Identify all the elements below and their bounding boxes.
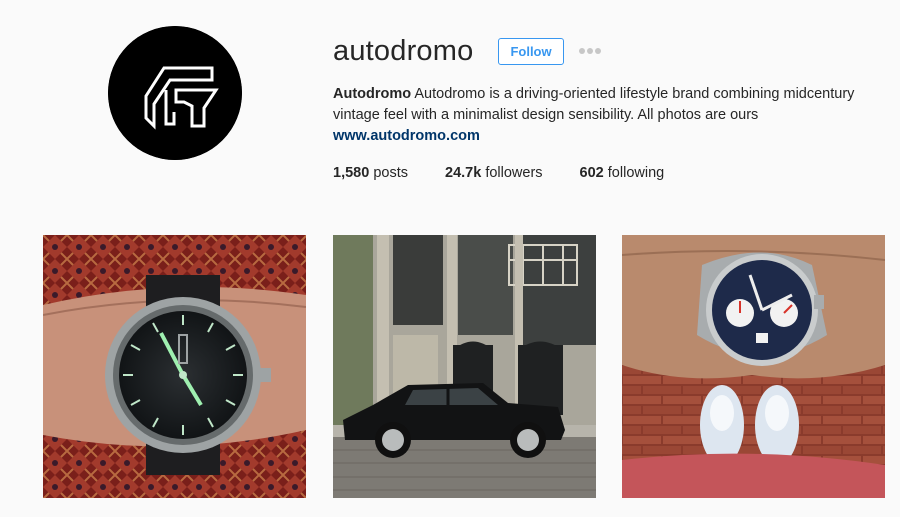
followers-count: 24.7k [445, 165, 482, 181]
posts-stat: 1,580 posts [333, 165, 408, 181]
profile-avatar[interactable] [108, 26, 242, 160]
following-count: 602 [579, 165, 604, 181]
autodromo-logo [108, 26, 242, 160]
bio-name: Autodromo [333, 86, 412, 102]
title-row: autodromo Follow [333, 33, 893, 69]
post-tile[interactable] [622, 235, 885, 498]
post-image-chronograph-watch [622, 235, 885, 498]
following-label: following [607, 165, 665, 181]
following-stat[interactable]: 602 following [580, 165, 665, 181]
post-image-black-sedan [333, 235, 596, 498]
post-image-watch-green-dial [43, 235, 306, 498]
profile-header: autodromo Follow Autodromo Autodromo is … [333, 33, 893, 182]
posts-count: 1,580 [333, 165, 370, 181]
bio-text: Autodromo is a driving-oriented lifestyl… [333, 86, 855, 123]
posts-label: posts [373, 165, 408, 181]
follow-button[interactable]: Follow [498, 37, 564, 65]
ellipsis-icon[interactable] [578, 41, 602, 61]
website-link[interactable]: www.autodromo.com [333, 126, 888, 147]
post-grid [43, 235, 885, 498]
post-tile[interactable] [43, 235, 306, 498]
followers-label: followers [485, 165, 543, 181]
profile-stats: 1,580 posts 24.7k followers 602 followin… [333, 165, 893, 181]
profile-bio: Autodromo Autodromo is a driving-oriente… [333, 84, 888, 147]
followers-stat[interactable]: 24.7k followers [445, 165, 543, 181]
post-tile[interactable] [333, 235, 596, 498]
profile-username: autodromo [333, 34, 474, 67]
